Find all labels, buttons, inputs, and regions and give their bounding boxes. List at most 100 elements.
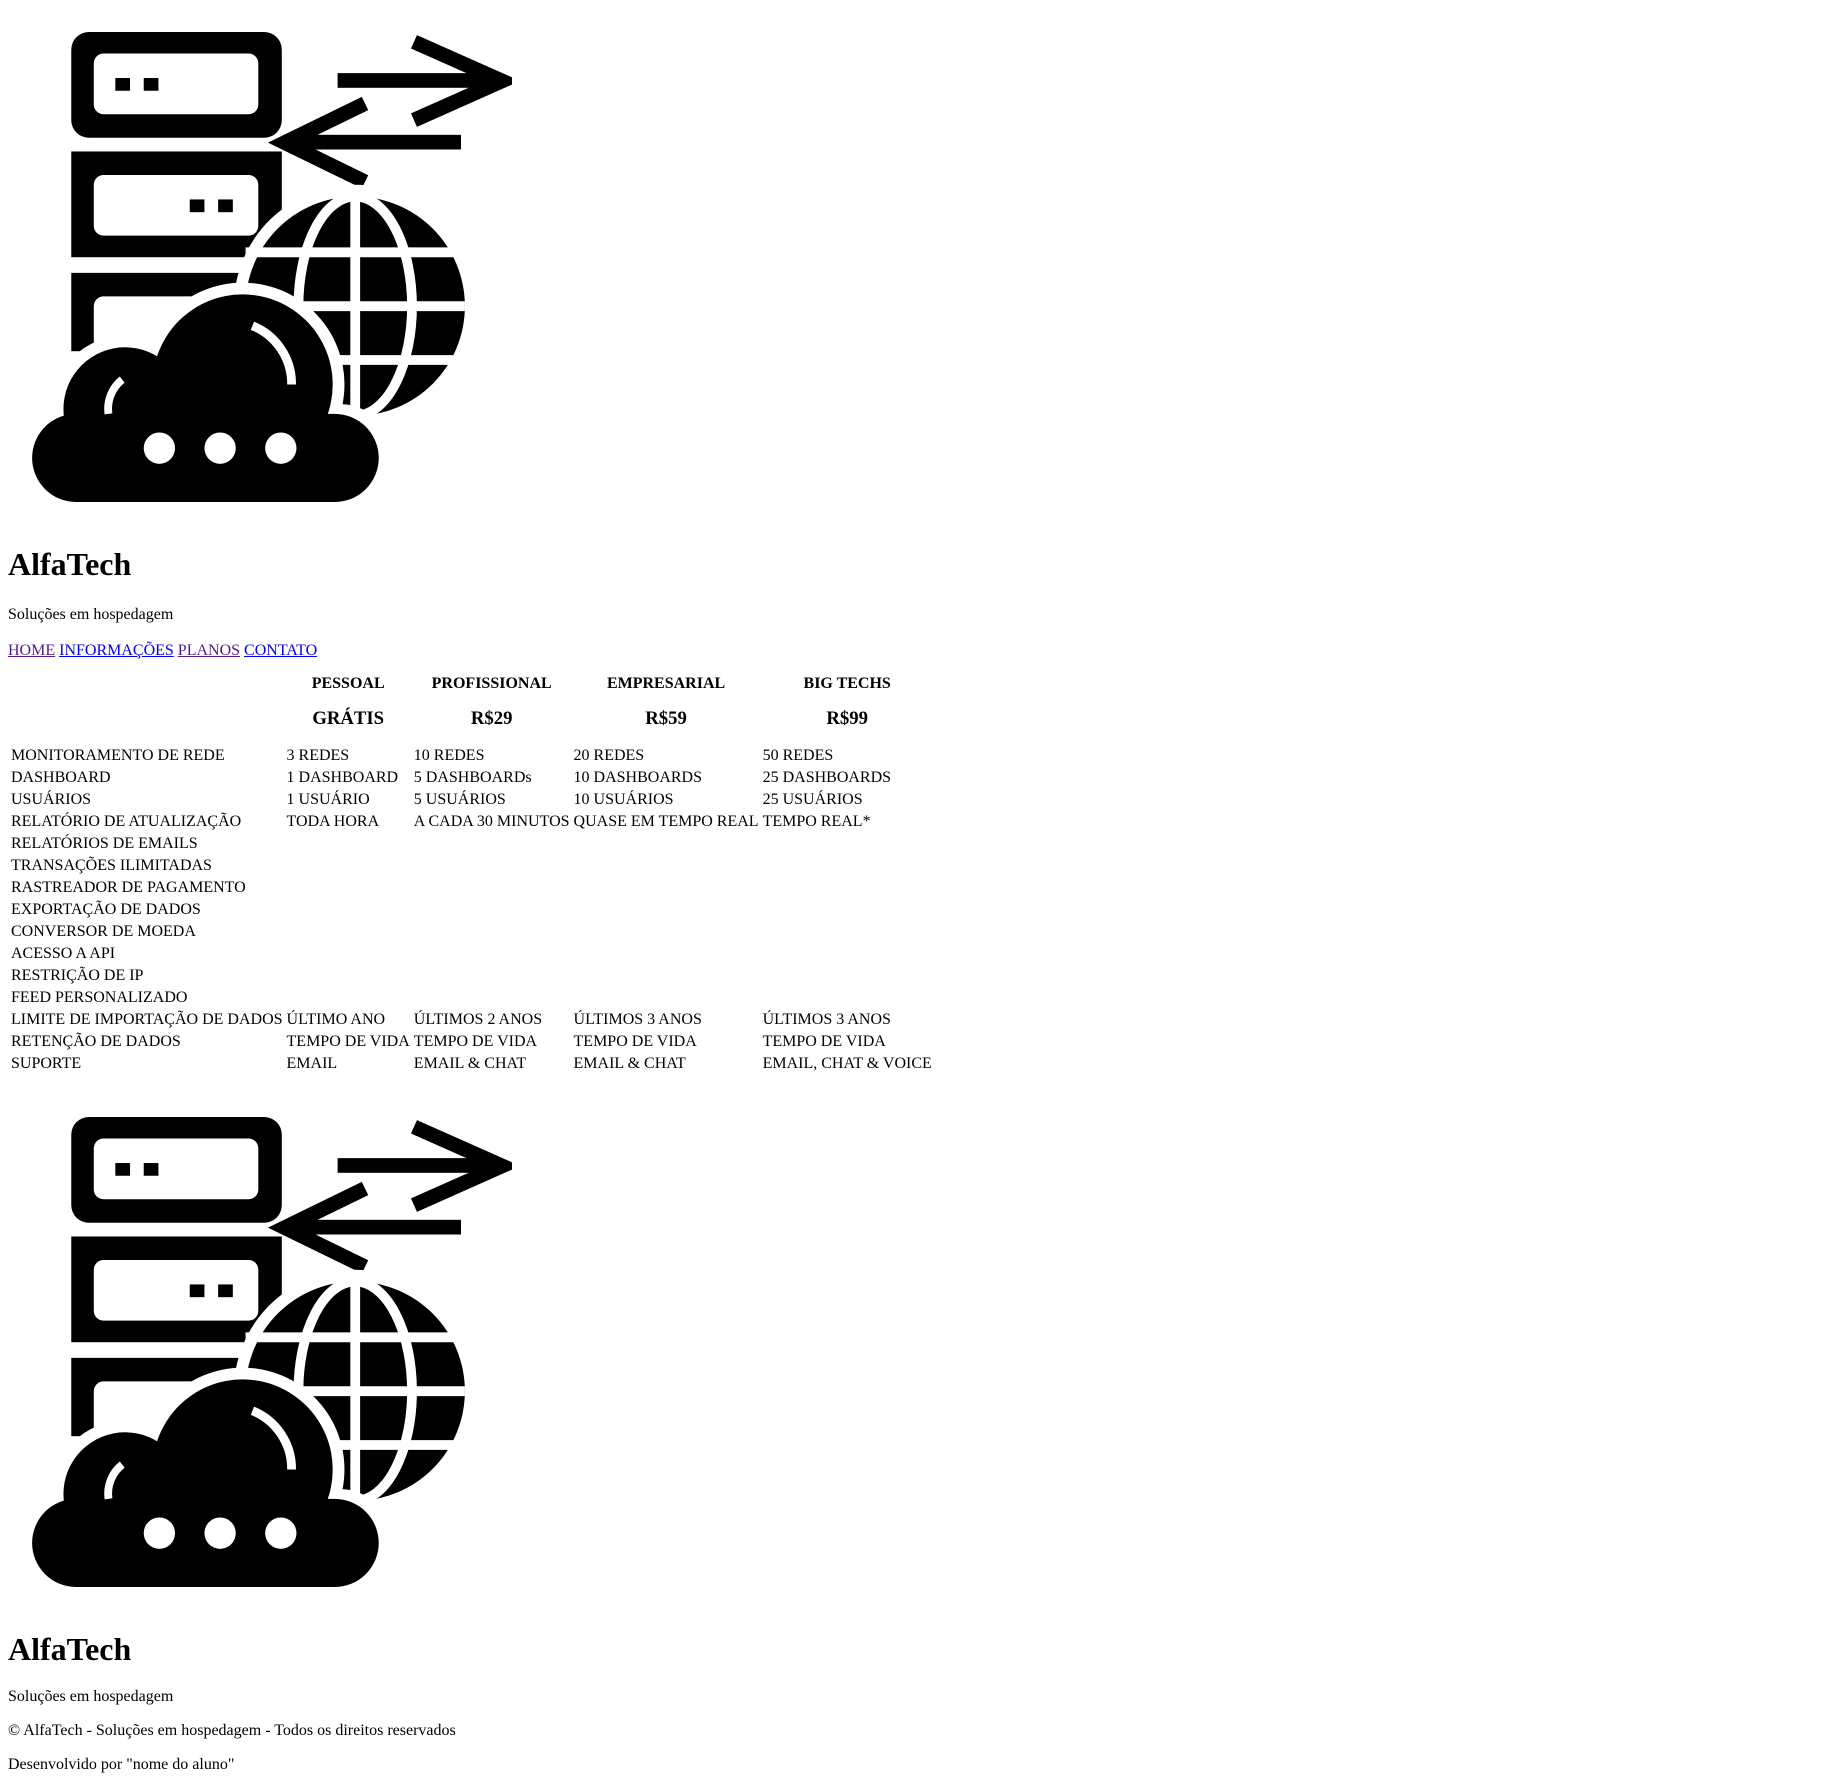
- plan-value-cell: [573, 966, 760, 986]
- table-row: RESTRIÇÃO DE IP: [10, 966, 933, 986]
- plan-value-cell: [762, 944, 933, 964]
- plan-value-cell: [413, 900, 571, 920]
- plan-value-cell: [762, 966, 933, 986]
- site-brand: AlfaTech: [8, 546, 132, 582]
- plan-header-pessoal: PESSOAL: [311, 675, 385, 692]
- footer-logo-icon: [32, 1117, 512, 1587]
- plan-value-cell: [762, 856, 933, 876]
- plan-value-cell: [413, 988, 571, 1008]
- plan-value-cell: [413, 966, 571, 986]
- table-row: TRANSAÇÕES ILIMITADAS: [10, 856, 933, 876]
- nav-link-informacoes[interactable]: INFORMAÇÕES: [59, 642, 174, 659]
- feature-label: LIMITE DE IMPORTAÇÃO DE DADOS: [11, 1011, 283, 1028]
- nav-link-planos[interactable]: PLANOS: [178, 642, 240, 659]
- plan-value-cell: [413, 834, 571, 854]
- plan-value-cell: [573, 900, 760, 920]
- plan-value-cell: [762, 900, 933, 920]
- plan-value-cell: 10 DASHBOARDS: [573, 769, 702, 786]
- table-row: LIMITE DE IMPORTAÇÃO DE DADOS ÚLTIMO ANO Ú…: [10, 1010, 933, 1030]
- plan-value-cell: TEMPO DE VIDA: [286, 1033, 410, 1050]
- plan-value-cell: [286, 922, 411, 942]
- footer-tagline: Soluções em hospedagem: [8, 1688, 174, 1705]
- plan-value-cell: [286, 966, 411, 986]
- plan-value-cell: 5 DASHBOARDs: [413, 769, 532, 786]
- plan-value-cell: [762, 988, 933, 1008]
- feature-label: RASTREADOR DE PAGAMENTO: [11, 879, 246, 896]
- plan-value-cell: [286, 944, 411, 964]
- logo-icon: [32, 32, 512, 502]
- feature-label: CONVERSOR DE MOEDA: [11, 923, 196, 940]
- plan-value-cell: [413, 878, 571, 898]
- feature-label: RELATÓRIOS DE EMAILS: [11, 835, 198, 852]
- table-row: CONVERSOR DE MOEDA: [10, 922, 933, 942]
- plan-value-cell: ÚLTIMOS 3 ANOS: [573, 1011, 702, 1028]
- plans-price-row: GRÁTIS R$29 R$59 R$99: [10, 709, 933, 744]
- plan-value-cell: 1 DASHBOARD: [286, 769, 399, 786]
- plan-value-cell: ÚLTIMOS 3 ANOS: [762, 1011, 891, 1028]
- plan-value-cell: [286, 900, 411, 920]
- feature-label: TRANSAÇÕES ILIMITADAS: [11, 857, 212, 874]
- site-tagline: Soluções em hospedagem: [8, 606, 174, 623]
- plan-value-cell: [573, 922, 760, 942]
- plan-value-cell: [573, 856, 760, 876]
- plan-value-cell: EMAIL & CHAT: [573, 1055, 686, 1072]
- plan-value-cell: [413, 944, 571, 964]
- plan-price-profissional: R$29: [470, 708, 513, 729]
- feature-label: FEED PERSONALIZADO: [11, 989, 188, 1006]
- plan-value-cell: [573, 878, 760, 898]
- plan-value-cell: [286, 988, 411, 1008]
- plan-price-bigtechs: R$99: [826, 708, 868, 729]
- plan-value-cell: [413, 922, 571, 942]
- table-row: DASHBOARD 1 DASHBOARD 5 DASHBOARDs 10 DASHB…: [10, 768, 933, 788]
- plan-value-cell: QUASE EM TEMPO REAL: [573, 813, 759, 830]
- plan-price-empresarial: R$59: [645, 708, 687, 729]
- table-row: USUÁRIOS 1 USUÁRIO 5 USUÁRIOS 10 USUÁRIOS 25…: [10, 790, 933, 810]
- plan-value-cell: EMAIL & CHAT: [413, 1055, 527, 1072]
- plan-value-cell: TEMPO DE VIDA: [413, 1033, 538, 1050]
- plan-price-pessoal: GRÁTIS: [312, 708, 384, 729]
- plan-value-cell: 25 DASHBOARDS: [762, 769, 892, 786]
- table-row: RELATÓRIOS DE EMAILS: [10, 834, 933, 854]
- feature-label: USUÁRIOS: [11, 791, 92, 808]
- table-row: MONITORAMENTO DE REDE 3 REDES 10 REDES 20 R…: [10, 746, 933, 766]
- feature-label: RETENÇÃO DE DADOS: [11, 1033, 181, 1050]
- plan-value-cell: TEMPO DE VIDA: [573, 1033, 697, 1050]
- main-nav: HOME INFORMAÇÕES PLANOS CONTATO: [8, 641, 317, 661]
- plan-header-empresarial: EMPRESARIAL: [606, 675, 726, 692]
- plan-value-cell: 25 USUÁRIOS: [762, 791, 863, 808]
- plan-value-cell: [286, 878, 411, 898]
- plan-value-cell: TEMPO DE VIDA: [762, 1033, 886, 1050]
- table-row: RASTREADOR DE PAGAMENTO: [10, 878, 933, 898]
- plans-table: PESSOAL PROFISSIONAL EMPRESARIAL BIG TEC…: [8, 672, 935, 1076]
- plan-value-cell: 1 USUÁRIO: [286, 791, 370, 808]
- feature-label: SUPORTE: [11, 1055, 82, 1072]
- plan-value-cell: ÚLTIMOS 2 ANOS: [413, 1011, 543, 1028]
- table-row: RETENÇÃO DE DADOS TEMPO DE VIDA TEMPO DE V…: [10, 1032, 933, 1052]
- table-row: SUPORTE EMAIL EMAIL & CHAT EMAIL & CHAT EMAI…: [10, 1054, 933, 1074]
- plan-value-cell: TEMPO REAL*: [762, 813, 871, 830]
- table-row: ACESSO A API: [10, 944, 933, 964]
- feature-label: RELATÓRIO DE ATUALIZAÇÃO: [11, 813, 242, 830]
- plan-value-cell: 5 USUÁRIOS: [413, 791, 506, 808]
- feature-label: MONITORAMENTO DE REDE: [11, 747, 225, 764]
- footer-brand: AlfaTech: [8, 1631, 132, 1667]
- plan-value-cell: [286, 834, 411, 854]
- plan-value-cell: 50 REDES: [762, 747, 834, 764]
- feature-label: ACESSO A API: [11, 945, 116, 962]
- plan-value-cell: A CADA 30 MINUTOS: [413, 813, 570, 830]
- empty-header-cell: [10, 674, 284, 707]
- server-globe-cloud-icon: [32, 1117, 512, 1587]
- plan-value-cell: [573, 834, 760, 854]
- nav-link-home[interactable]: HOME: [8, 642, 55, 659]
- plan-value-cell: [573, 988, 760, 1008]
- plan-value-cell: [762, 922, 933, 942]
- plan-value-cell: [762, 878, 933, 898]
- plan-header-bigtechs: BIG TECHS: [803, 675, 891, 692]
- plan-value-cell: 10 USUÁRIOS: [573, 791, 674, 808]
- feature-label: EXPORTAÇÃO DE DADOS: [11, 901, 201, 918]
- empty-price-cell: [10, 709, 284, 744]
- nav-link-contato[interactable]: CONTATO: [244, 642, 317, 659]
- plan-value-cell: [573, 944, 760, 964]
- plan-value-cell: 3 REDES: [286, 747, 350, 764]
- plan-value-cell: [286, 856, 411, 876]
